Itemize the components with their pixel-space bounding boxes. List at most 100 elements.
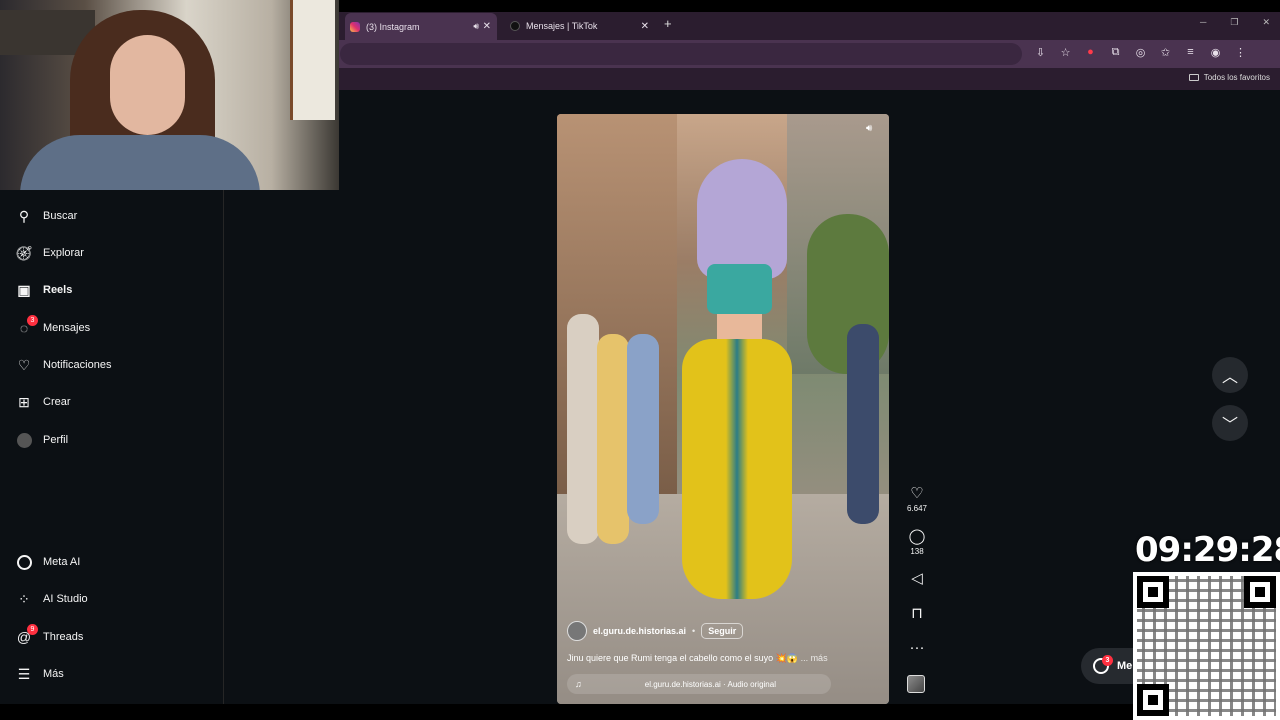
- caption-text: Jinu quiere que Rumi tenga el cabello co…: [567, 653, 799, 663]
- media-control-icon[interactable]: ≡: [1184, 46, 1197, 59]
- kebab-menu-icon[interactable]: ⋮: [1234, 46, 1247, 59]
- ai-studio-icon: ⁘: [18, 590, 30, 607]
- new-tab-button[interactable]: +: [664, 16, 672, 31]
- close-tab-icon[interactable]: ✕: [641, 21, 649, 32]
- more-link[interactable]: ... más: [801, 653, 828, 663]
- webcam-overlay: [0, 0, 339, 190]
- extension-record-icon[interactable]: ●: [1084, 46, 1097, 59]
- sidebar-item-label: Threads: [43, 631, 84, 643]
- bookmark-icon: ⊓: [911, 605, 923, 622]
- tab-instagram[interactable]: (3) Instagram 🔊︎ ✕: [345, 13, 497, 40]
- qr-code: [1133, 572, 1280, 720]
- toolbar-icons: ⇩ ☆ ● ⧉ ◎ ✩ ≡ ◉ ⋮: [1034, 46, 1247, 59]
- sidebar-item-label: Explorar: [43, 247, 84, 259]
- webcam-person-face: [110, 35, 185, 135]
- video-background-person: [627, 334, 659, 524]
- sidebar-item-label: Reels: [43, 284, 73, 296]
- sidebar-item-notificaciones[interactable]: ♡ Notificaciones: [16, 353, 112, 377]
- author-username[interactable]: el.guru.de.historias.ai: [593, 626, 686, 636]
- reel-video[interactable]: [557, 114, 889, 704]
- notification-badge: 9: [27, 624, 38, 635]
- compass-icon: 🧭︎: [15, 244, 33, 261]
- all-bookmarks-label: Todos los favoritos: [1203, 73, 1270, 82]
- share-button[interactable]: ◁: [903, 571, 931, 587]
- profile-avatar-icon[interactable]: ◉: [1209, 46, 1222, 59]
- messenger-icon: ◌ 3: [16, 315, 38, 336]
- webcam-person-shirt: [20, 135, 260, 190]
- install-app-icon[interactable]: ⇩: [1034, 46, 1047, 59]
- sidebar-item-buscar[interactable]: ⚲ Buscar: [16, 204, 77, 228]
- meta-ai-icon: [16, 554, 32, 570]
- window-controls: ─ ❐ ✕: [1200, 17, 1270, 28]
- instagram-favicon-icon: [350, 21, 360, 32]
- more-options-button[interactable]: ···: [903, 640, 931, 656]
- reel-author: el.guru.de.historias.ai • Seguir: [567, 621, 744, 641]
- sidebar-item-mas[interactable]: ☰ Más: [16, 662, 64, 686]
- sidebar-item-mensajes[interactable]: ◌ 3 Mensajes: [16, 315, 91, 340]
- webcam-door: [290, 0, 335, 120]
- tab-audio-icon[interactable]: 🔊︎: [473, 21, 479, 32]
- bottom-black-bar: [0, 704, 1133, 720]
- ellipsis-icon: ···: [909, 639, 925, 656]
- tab-label: Mensajes | TikTok: [526, 21, 598, 31]
- author-avatar[interactable]: [567, 621, 587, 641]
- notification-badge: 3: [27, 315, 38, 326]
- video-character-pants: [682, 339, 792, 599]
- save-button[interactable]: ⊓: [903, 606, 931, 622]
- video-background-person: [567, 314, 599, 544]
- video-character-hair: [697, 159, 787, 279]
- favorites-icon[interactable]: ✩: [1159, 46, 1172, 59]
- like-button[interactable]: ♡ 6.647: [903, 485, 931, 514]
- tab-tiktok[interactable]: Mensajes | TikTok ✕: [505, 14, 655, 38]
- sidebar-item-label: Notificaciones: [43, 359, 112, 371]
- qr-finder-pattern: [1137, 684, 1169, 716]
- sidebar-item-threads[interactable]: @9 Threads: [16, 624, 84, 649]
- sidebar-item-label: AI Studio: [43, 593, 88, 605]
- send-icon: ◁: [911, 570, 923, 587]
- plus-square-icon: ⊞: [18, 393, 30, 410]
- follow-button[interactable]: Seguir: [701, 623, 744, 639]
- all-bookmarks-button[interactable]: Todos los favoritos: [1188, 73, 1270, 82]
- messenger-icon: 3: [1093, 655, 1113, 674]
- search-icon: ⚲: [18, 207, 30, 224]
- comment-icon: ◯: [908, 528, 926, 545]
- sidebar-item-ai-studio[interactable]: ⁘ AI Studio: [16, 587, 88, 611]
- audio-label: el.guru.de.historias.ai · Audio original: [644, 679, 776, 689]
- video-character-top: [707, 264, 772, 314]
- comment-count: 138: [910, 547, 924, 556]
- menu-icon: ☰: [17, 665, 31, 682]
- sidebar-item-perfil[interactable]: Perfil: [16, 428, 68, 452]
- sidebar-item-label: Mensajes: [43, 322, 91, 334]
- previous-reel-button[interactable]: ︿: [1212, 357, 1248, 393]
- sidebar-item-reels[interactable]: ▣ Reels: [16, 278, 72, 302]
- minimize-icon[interactable]: ─: [1200, 17, 1206, 28]
- heart-icon: ♡: [910, 485, 924, 502]
- address-bar[interactable]: [340, 43, 1022, 65]
- sidebar-item-crear[interactable]: ⊞ Crear: [16, 390, 70, 414]
- qr-finder-pattern: [1137, 576, 1169, 608]
- reel-audio-bar[interactable]: ♫ el.guru.de.historias.ai · Audio origin…: [567, 674, 831, 694]
- sidebar-item-label: Más: [43, 668, 64, 680]
- overlay-clock: 09:29:28: [1135, 530, 1280, 570]
- lens-icon[interactable]: ◎: [1134, 46, 1147, 59]
- extensions-puzzle-icon[interactable]: ⧉: [1109, 46, 1122, 59]
- music-note-icon: ♫: [575, 679, 582, 689]
- close-tab-icon[interactable]: ✕: [483, 21, 491, 32]
- chevron-down-icon: ﹀: [1221, 417, 1238, 434]
- bookmark-star-icon[interactable]: ☆: [1059, 46, 1072, 59]
- volume-icon[interactable]: 🔊︎: [866, 123, 880, 137]
- tab-label: (3) Instagram: [366, 21, 420, 32]
- like-count: 6.647: [906, 504, 928, 513]
- video-background-person: [847, 324, 879, 524]
- sidebar-item-label: Meta AI: [43, 556, 81, 568]
- sidebar-item-meta-ai[interactable]: Meta AI: [16, 550, 80, 574]
- audio-thumbnail[interactable]: [907, 675, 925, 693]
- sidebar-item-explorar[interactable]: 🧭︎ Explorar: [15, 241, 84, 265]
- close-window-icon[interactable]: ✕: [1262, 17, 1270, 28]
- next-reel-button[interactable]: ﹀: [1212, 405, 1248, 441]
- comment-button[interactable]: ◯ 138: [903, 528, 931, 557]
- qr-finder-pattern: [1244, 576, 1276, 608]
- notification-badge: 3: [1102, 655, 1113, 666]
- restore-icon[interactable]: ❐: [1230, 17, 1238, 28]
- sidebar-item-label: Buscar: [43, 210, 78, 222]
